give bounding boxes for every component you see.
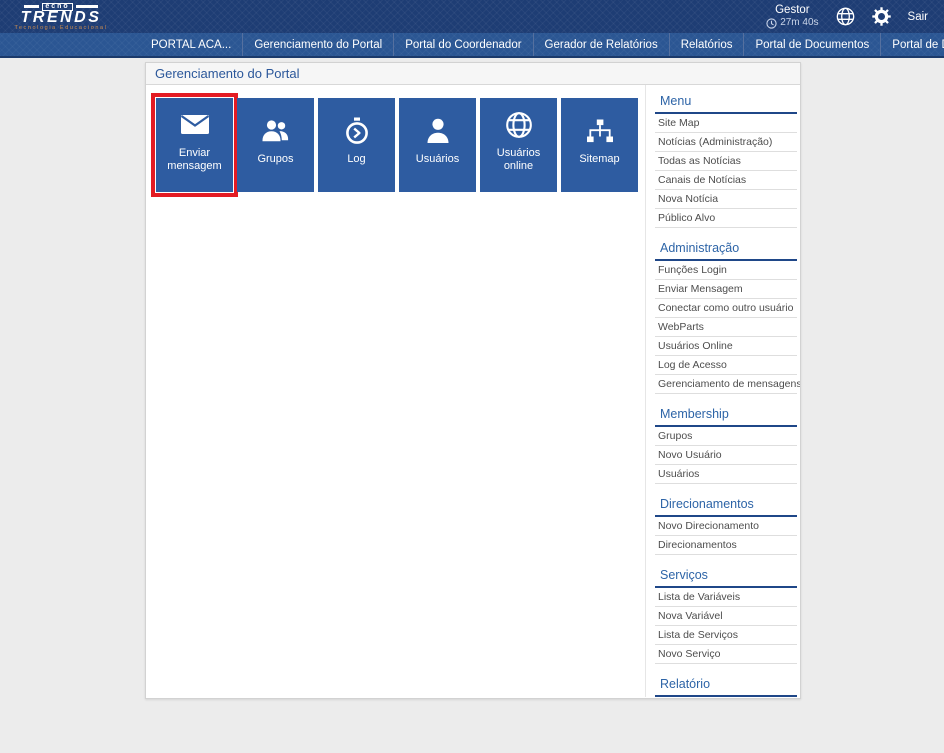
sidebar-section-title: Menu (655, 93, 797, 114)
tile-label: Enviar mensagem (167, 146, 222, 172)
user-icon (426, 116, 450, 146)
sidebar-item-novo-usuario[interactable]: Novo Usuário (655, 446, 797, 465)
sidebar-section-title: Serviços (655, 567, 797, 588)
tile-sitemap[interactable]: Sitemap (561, 98, 638, 192)
sidebar-item-webparts[interactable]: WebParts (655, 318, 797, 337)
gear-icon[interactable] (871, 7, 891, 26)
tile-label: Usuários (415, 153, 460, 165)
sidebar-item-funcoes-login[interactable]: Funções Login (655, 261, 797, 280)
sidebar-item-publico-alvo[interactable]: Público Alvo (655, 209, 797, 228)
sidebar-item-todas-as-noticias[interactable]: Todas as Notícias (655, 152, 797, 171)
logo-bar-left (24, 5, 40, 8)
group-icon (261, 116, 291, 146)
clock-icon (766, 17, 777, 29)
sidebar-section-title: Membership (655, 406, 797, 427)
nav-tab-gerador-de-relatorios[interactable]: Gerador de Relatórios (532, 33, 669, 56)
sidebar-item-novo-direcionamento[interactable]: Novo Direcionamento (655, 517, 797, 536)
sidebar-section-title: Direcionamentos (655, 496, 797, 517)
sidebar: Menu Site Map Notícias (Administração) Toda… (645, 85, 800, 697)
sidebar-item-lista-de-variaveis[interactable]: Lista de Variáveis (655, 588, 797, 607)
screen: ecno TRENDS Tecnologia Educacional Gesto… (0, 0, 944, 753)
logo-main-text: TRENDS (20, 9, 102, 26)
session-timer: 27m 40s (766, 17, 819, 29)
nav-tab-portal-aca[interactable]: PORTAL ACA... (140, 33, 242, 56)
sidebar-section-direcionamentos: Direcionamentos Novo Direcionamento Direci… (655, 496, 797, 555)
envelope-icon (180, 110, 210, 140)
sidebar-section-title: Relatório (655, 676, 797, 697)
user-block: Gestor 27m 40s (766, 4, 819, 29)
sidebar-item-grupos[interactable]: Grupos (655, 427, 797, 446)
topbar-right-group: Gestor 27m 40s Sair (766, 4, 928, 29)
globe-network-icon (505, 110, 533, 140)
tile-usuarios[interactable]: Usuários (399, 98, 476, 192)
portal-management-card: Gerenciamento do Portal Enviar mensagem G… (145, 62, 801, 699)
sidebar-section-administracao: Administração Funções Login Enviar Mensage… (655, 240, 800, 394)
sidebar-section-relatorio: RelatórioRelatório de Mensagens (655, 676, 797, 697)
sidebar-item-conectar-como-outro-usuario[interactable]: Conectar como outro usuário (655, 299, 797, 318)
tile-label: Usuários online (496, 146, 541, 172)
sidebar-item-novo-servico[interactable]: Novo Serviço (655, 645, 797, 664)
sidebar-item-usuarios[interactable]: Usuários (655, 465, 797, 484)
nav-tab-gerenciamento-do-portal[interactable]: Gerenciamento do Portal (242, 33, 393, 56)
stopwatch-icon (344, 116, 370, 146)
globe-icon[interactable] (836, 7, 855, 26)
sidebar-section-menu: Menu Site Map Notícias (Administração) Toda… (655, 93, 797, 228)
tile-label: Grupos (257, 153, 294, 165)
sidebar-item-lista-de-servicos[interactable]: Lista de Serviços (655, 626, 797, 645)
sitemap-icon (586, 116, 614, 146)
logo-bar-right (75, 5, 98, 8)
tecnotrends-logo[interactable]: ecno TRENDS Tecnologia Educacional (13, 2, 109, 31)
navbar: PORTAL ACA... Gerenciamento do Portal Port… (0, 33, 944, 58)
session-time-text: 27m 40s (780, 17, 819, 28)
tile-log[interactable]: Log (318, 98, 395, 192)
sidebar-item-usuarios-online[interactable]: Usuários Online (655, 337, 797, 356)
page-title: Gerenciamento do Portal (146, 63, 800, 85)
nav-tab-portal-de-documentos[interactable]: Portal de Documentos (743, 33, 880, 56)
sidebar-item-log-de-acesso[interactable]: Log de Acesso (655, 356, 797, 375)
nav-tab-portal-de-documen[interactable]: Portal de Documen (880, 33, 944, 56)
tiles-area: Enviar mensagem Grupos Log Usuários Usuários… (146, 85, 645, 697)
navbar-tabs: PORTAL ACA... Gerenciamento do Portal Port… (140, 33, 944, 56)
sidebar-section-servicos: Serviços Lista de Variáveis Nova Variável L… (655, 567, 797, 664)
sidebar-item-gerenciamento-de-mensagens[interactable]: Gerenciamento de mensagens (655, 375, 800, 394)
user-name[interactable]: Gestor (775, 4, 810, 16)
sidebar-item-site-map[interactable]: Site Map (655, 114, 797, 133)
tile-label: Log (347, 153, 366, 165)
sidebar-section-membership: Membership Grupos Novo Usuário Usuários (655, 406, 797, 484)
tile-label: Sitemap (579, 153, 620, 165)
top-header-bar: ecno TRENDS Tecnologia Educacional Gesto… (0, 0, 944, 33)
nav-tab-relatorios[interactable]: Relatórios (668, 33, 744, 56)
sidebar-item-nova-variavel[interactable]: Nova Variável (655, 607, 797, 626)
sidebar-item-nova-noticia[interactable]: Nova Notícia (655, 190, 797, 209)
sidebar-item-direcionamentos[interactable]: Direcionamentos (655, 536, 797, 555)
sidebar-section-title: Administração (655, 240, 797, 261)
nav-tab-portal-do-coordenador[interactable]: Portal do Coordenador (393, 33, 532, 56)
logout-button[interactable]: Sair (908, 11, 928, 23)
tile-usuarios-online[interactable]: Usuários online (480, 98, 557, 192)
tile-grupos[interactable]: Grupos (237, 98, 314, 192)
sidebar-item-enviar-mensagem[interactable]: Enviar Mensagem (655, 280, 797, 299)
sidebar-item-noticias-administracao[interactable]: Notícias (Administração) (655, 133, 797, 152)
sidebar-item-canais-de-noticias[interactable]: Canais de Notícias (655, 171, 797, 190)
tile-enviar-mensagem[interactable]: Enviar mensagem (151, 93, 238, 197)
logo-tagline: Tecnologia Educacional (14, 25, 108, 31)
